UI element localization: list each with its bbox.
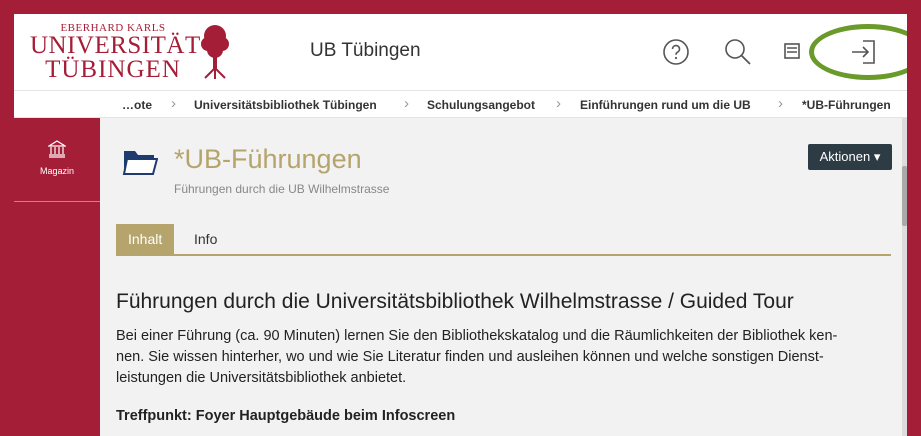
tab-info[interactable]: Info [182, 224, 229, 254]
page: EBERHARD KARLS UNIVERSITÄT TÜBINGEN UB T… [14, 14, 907, 436]
content-heading: Führungen durch die Universitätsbiblioth… [116, 290, 794, 313]
main-content: *UB-Führungen Führungen durch die UB Wil… [100, 118, 907, 436]
folder-icon [122, 151, 158, 175]
chevron-right-icon: › [778, 95, 783, 112]
help-icon[interactable] [660, 36, 692, 68]
library-icon [48, 140, 66, 158]
sidebar: Magazin [14, 118, 100, 436]
scrollbar[interactable] [902, 118, 907, 436]
tab-bar: Inhalt Info [116, 224, 891, 256]
paragraph-line: leistungen die Universitätsbibliothek an… [116, 370, 407, 386]
breadcrumb-item[interactable]: Einführungen rund um die UB [580, 98, 751, 112]
header: EBERHARD KARLS UNIVERSITÄT TÜBINGEN UB T… [14, 14, 907, 90]
caret-down-icon: ▾ [873, 149, 881, 164]
sidebar-item-label: Magazin [39, 166, 75, 176]
tree-logo-icon [201, 25, 229, 79]
meeting-point: Treffpunkt: Foyer Hauptgebäude beim Info… [116, 408, 456, 424]
page-subtitle: Führungen durch die UB Wilhelmstrasse [174, 182, 390, 196]
breadcrumb-item[interactable]: Universitätsbibliothek Tübingen [194, 98, 377, 112]
university-logo[interactable]: EBERHARD KARLS UNIVERSITÄT TÜBINGEN [30, 22, 201, 83]
breadcrumb: …ote › Universitätsbibliothek Tübingen ›… [14, 90, 907, 118]
logo-line-3: TÜBINGEN [45, 56, 181, 83]
page-title: *UB-Führungen [174, 144, 362, 174]
actions-label: Aktionen [819, 149, 871, 164]
actions-button[interactable]: Aktionen ▾ [808, 144, 892, 170]
content-paragraph: Bei einer Führung (ca. 90 Minuten) lerne… [116, 326, 896, 389]
scroll-thumb[interactable] [902, 166, 907, 226]
breadcrumb-item[interactable]: Schulungsangebot [427, 98, 535, 112]
breadcrumb-current: *UB-Führungen [802, 98, 891, 112]
site-title[interactable]: UB Tübingen [310, 40, 421, 62]
paragraph-line: Bei einer Führung (ca. 90 Minuten) lerne… [116, 328, 838, 344]
search-icon[interactable] [722, 36, 754, 68]
tab-inhalt[interactable]: Inhalt [116, 224, 175, 254]
chevron-right-icon: › [556, 95, 561, 112]
sidebar-item-magazin[interactable]: Magazin [14, 118, 100, 202]
browser-frame: EBERHARD KARLS UNIVERSITÄT TÜBINGEN UB T… [0, 0, 921, 436]
highlight-oval [809, 24, 907, 80]
chevron-right-icon: › [171, 95, 176, 112]
breadcrumb-item[interactable]: …ote [122, 98, 152, 112]
chevron-right-icon: › [404, 95, 409, 112]
logo-line-2: UNIVERSITÄT [30, 32, 201, 59]
paragraph-line: nen. Sie wissen hinterher, wo und wie Si… [116, 349, 824, 365]
